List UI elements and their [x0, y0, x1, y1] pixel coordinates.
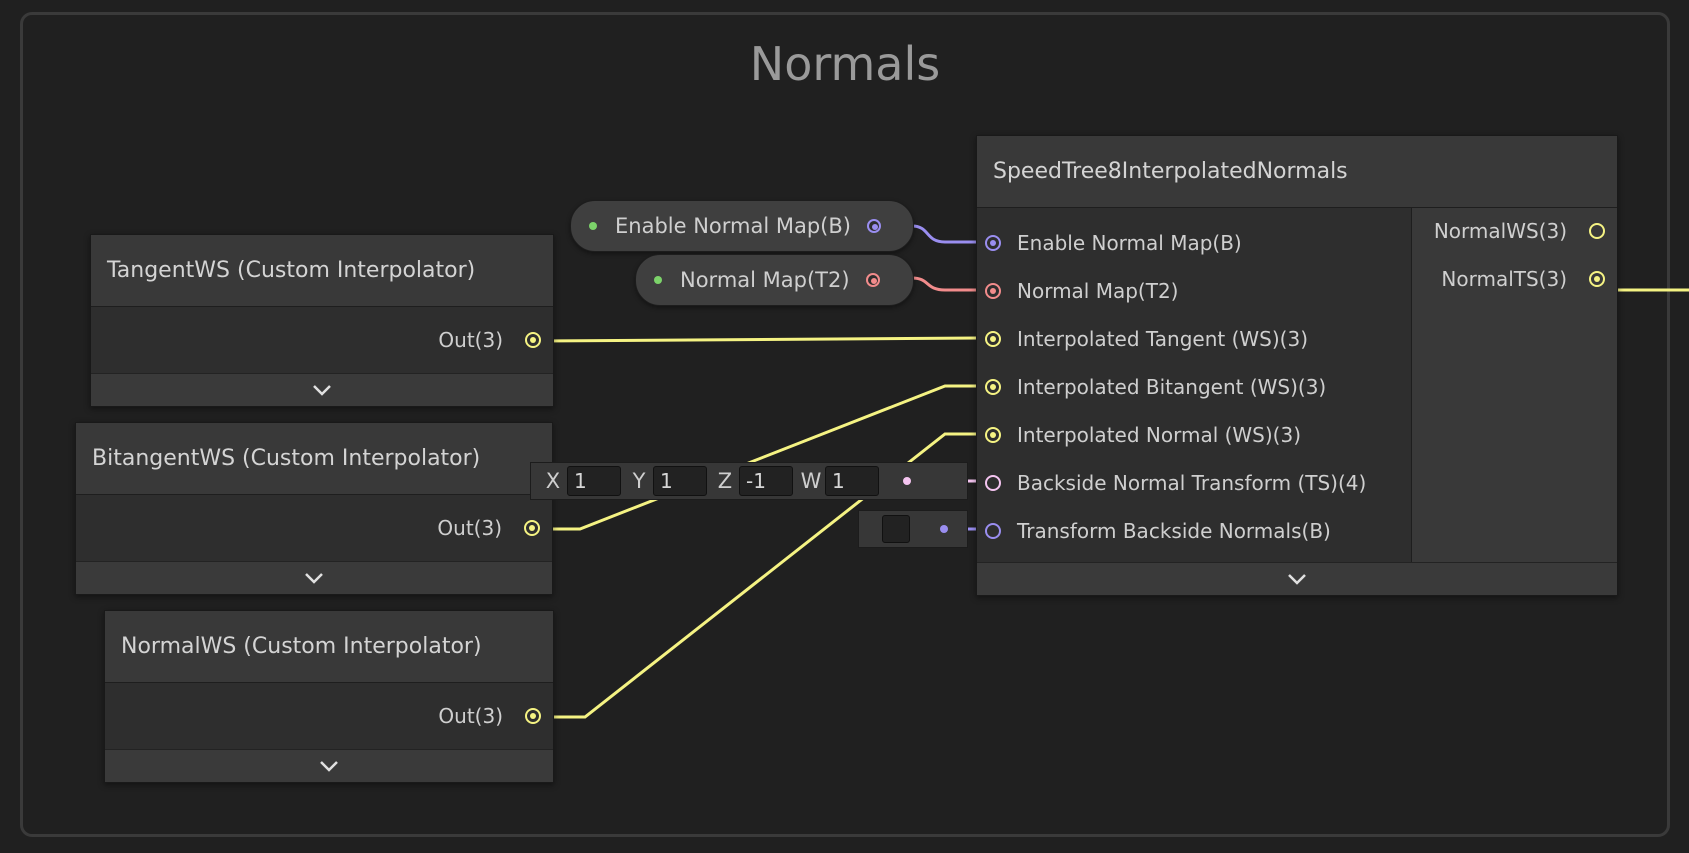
normal-node[interactable]: NormalWS (Custom Interpolator) Out(3) [104, 610, 554, 783]
transform-backside-checkbox[interactable] [882, 515, 910, 543]
tangent-node-body: Out(3) [91, 307, 553, 373]
input-label: Interpolated Normal (WS)(3) [1017, 423, 1302, 447]
normal-node-title[interactable]: NormalWS (Custom Interpolator) [105, 611, 553, 683]
speedtree-node[interactable]: SpeedTree8InterpolatedNormals Enable Nor… [976, 135, 1618, 596]
w-input[interactable]: 1 [825, 466, 879, 496]
input-interpolated-normal[interactable]: Interpolated Normal (WS)(3) [985, 420, 1301, 450]
input-port[interactable] [985, 427, 1001, 443]
input-label: Transform Backside Normals(B) [1017, 519, 1331, 543]
tangent-expand-button[interactable] [91, 373, 553, 406]
input-transform-backside-normals[interactable]: Transform Backside Normals(B) [985, 516, 1331, 546]
normal-node-body: Out(3) [105, 683, 553, 749]
input-label: Normal Map(T2) [1017, 279, 1179, 303]
chevron-down-icon [313, 385, 331, 396]
y-input[interactable]: 1 [653, 466, 707, 496]
speedtree-node-title[interactable]: SpeedTree8InterpolatedNormals [977, 136, 1617, 208]
property-exposed-dot [654, 276, 662, 284]
input-interpolated-tangent[interactable]: Interpolated Tangent (WS)(3) [985, 324, 1308, 354]
input-enable-normal-map[interactable]: Enable Normal Map(B) [985, 228, 1242, 258]
output-normal-ts[interactable]: NormalTS(3) [1441, 264, 1605, 294]
output-label: NormalTS(3) [1441, 267, 1567, 291]
backside-normal-vector4-field[interactable]: X 1 Y 1 Z -1 W 1 [530, 462, 968, 500]
z-input[interactable]: -1 [739, 466, 793, 496]
input-interpolated-bitangent[interactable]: Interpolated Bitangent (WS)(3) [985, 372, 1326, 402]
tangent-out-port[interactable] [525, 332, 541, 348]
input-port[interactable] [985, 523, 1001, 539]
property-enable-normal-map-label: Enable Normal Map(B) [615, 214, 851, 238]
vector4-slot-dot [903, 477, 911, 485]
input-backside-normal-transform[interactable]: Backside Normal Transform (TS)(4) [985, 468, 1366, 498]
x-input[interactable]: 1 [567, 466, 621, 496]
tangent-node-title[interactable]: TangentWS (Custom Interpolator) [91, 235, 553, 307]
input-label: Interpolated Bitangent (WS)(3) [1017, 375, 1327, 399]
normal-out-label: Out(3) [438, 704, 503, 728]
bitangent-node[interactable]: BitangentWS (Custom Interpolator) Out(3) [75, 422, 553, 595]
chevron-down-icon [320, 761, 338, 772]
bitangent-expand-button[interactable] [76, 561, 552, 594]
tangent-out-row[interactable]: Out(3) [438, 325, 541, 355]
property-exposed-dot [589, 222, 597, 230]
output-port[interactable] [1589, 271, 1605, 287]
input-port[interactable] [985, 235, 1001, 251]
normal-out-port[interactable] [525, 708, 541, 724]
output-normal-ws[interactable]: NormalWS(3) [1434, 216, 1605, 246]
output-port[interactable] [1589, 223, 1605, 239]
input-label: Backside Normal Transform (TS)(4) [1017, 471, 1367, 495]
property-normal-map-port[interactable] [865, 273, 880, 287]
bitangent-out-label: Out(3) [437, 516, 502, 540]
speedtree-outputs-panel: NormalWS(3) NormalTS(3) [1412, 208, 1617, 562]
normal-expand-button[interactable] [105, 749, 553, 782]
input-label: Enable Normal Map(B) [1017, 231, 1242, 255]
input-port[interactable] [985, 331, 1001, 347]
wire-bitangent[interactable] [540, 384, 978, 531]
speedtree-expand-button[interactable] [977, 562, 1617, 595]
tangent-out-label: Out(3) [438, 328, 503, 352]
property-enable-normal-map[interactable]: Enable Normal Map(B) [570, 200, 914, 252]
bitangent-out-row[interactable]: Out(3) [437, 513, 540, 543]
transform-backside-toggle-field[interactable] [858, 510, 968, 548]
x-label: X [545, 469, 561, 493]
bitangent-node-title[interactable]: BitangentWS (Custom Interpolator) [76, 423, 552, 495]
input-port[interactable] [985, 283, 1001, 299]
y-label: Y [632, 469, 646, 493]
property-normal-map[interactable]: Normal Map(T2) [635, 254, 914, 306]
boolean-slot-dot [940, 525, 948, 533]
property-enable-normal-map-port[interactable] [866, 219, 881, 233]
tangent-node[interactable]: TangentWS (Custom Interpolator) Out(3) [90, 234, 554, 407]
input-port[interactable] [985, 475, 1001, 491]
normal-out-row[interactable]: Out(3) [438, 701, 541, 731]
bitangent-out-port[interactable] [524, 520, 540, 536]
w-label: W [800, 469, 822, 493]
property-normal-map-label: Normal Map(T2) [680, 268, 850, 292]
input-normal-map[interactable]: Normal Map(T2) [985, 276, 1178, 306]
chevron-down-icon [1288, 574, 1306, 585]
bitangent-node-body: Out(3) [76, 495, 552, 561]
input-label: Interpolated Tangent (WS)(3) [1017, 327, 1309, 351]
speedtree-node-body: Enable Normal Map(B) Normal Map(T2) Inte… [977, 208, 1617, 562]
wire-tangent[interactable] [539, 336, 979, 343]
output-label: NormalWS(3) [1433, 219, 1567, 243]
chevron-down-icon [305, 573, 323, 584]
z-label: Z [717, 469, 733, 493]
speedtree-inputs-panel: Enable Normal Map(B) Normal Map(T2) Inte… [977, 208, 1412, 562]
input-port[interactable] [985, 379, 1001, 395]
